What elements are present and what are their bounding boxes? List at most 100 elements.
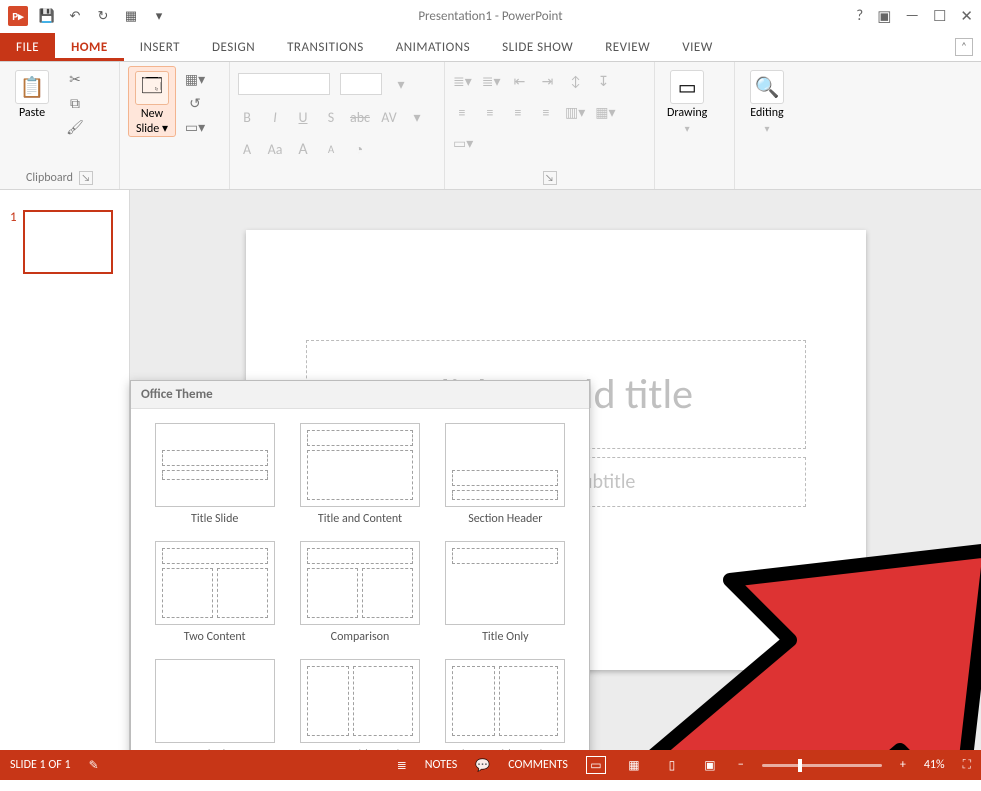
tab-animations[interactable]: ANIMATIONS xyxy=(380,33,486,61)
layout-label: Title Only xyxy=(482,631,529,645)
layout-icon[interactable]: ▦▾ xyxy=(184,70,206,88)
line-spacing-icon[interactable]: ↕ xyxy=(567,73,585,90)
layout-label: Title and Content xyxy=(318,513,402,527)
comments-button[interactable]: COMMENTS xyxy=(508,758,568,772)
collapse-ribbon-icon[interactable]: ˄ xyxy=(955,38,973,56)
indent-dec-icon[interactable]: ⇤ xyxy=(511,73,529,90)
slideshow-view-icon[interactable]: ▣ xyxy=(700,756,720,774)
layout-blank[interactable]: Blank xyxy=(149,659,280,750)
layout-label: Comparison xyxy=(331,631,390,645)
layout-picture-with-caption[interactable]: Picture with Caption xyxy=(440,659,571,750)
grow-font-button[interactable]: A xyxy=(294,140,312,159)
text-direction-icon[interactable]: ↧ xyxy=(595,73,613,90)
layout-dropdown-header: Office Theme xyxy=(131,381,589,409)
tab-home[interactable]: HOME xyxy=(55,33,124,61)
kerning-dd-icon[interactable]: ▾ xyxy=(392,76,410,93)
notes-button[interactable]: NOTES xyxy=(425,758,457,772)
columns-icon[interactable]: ▥▾ xyxy=(565,104,585,121)
layout-title-and-content[interactable]: Title and Content xyxy=(294,423,425,527)
align-right-icon[interactable]: ≡ xyxy=(509,104,527,121)
shadow-button[interactable]: S xyxy=(322,109,340,126)
ribbon-display-icon[interactable]: ▣ xyxy=(877,7,891,26)
zoom-slider[interactable] xyxy=(762,764,882,767)
align-center-icon[interactable]: ≡ xyxy=(481,104,499,121)
tab-transitions[interactable]: TRANSITIONS xyxy=(271,33,380,61)
layout-content-with-caption[interactable]: Content with Caption xyxy=(294,659,425,750)
group-slides: 🗔 New Slide ▾ ▦▾ ↺ ▭▾ Slides xyxy=(120,62,230,189)
tab-slideshow[interactable]: SLIDE SHOW xyxy=(486,33,589,61)
status-bar: SLIDE 1 OF 1 ✎ ≣ NOTES 💬 COMMENTS ▭ ▦ ▯ … xyxy=(0,750,981,780)
zoom-in-button[interactable]: + xyxy=(900,758,906,772)
minimize-icon[interactable]: — xyxy=(905,7,919,25)
font-size-input[interactable] xyxy=(340,73,382,95)
clear-formatting-button[interactable]: ◔ xyxy=(350,141,368,158)
new-slide-label: New Slide ▾ xyxy=(136,107,168,136)
indent-inc-icon[interactable]: ⇥ xyxy=(539,73,557,90)
section-icon[interactable]: ▭▾ xyxy=(184,118,206,136)
layout-label: Title Slide xyxy=(191,513,238,527)
paste-label: Paste xyxy=(19,106,45,120)
font-more-dd-icon[interactable]: ▾ xyxy=(408,109,426,126)
maximize-icon[interactable]: ☐ xyxy=(933,7,946,26)
drawing-button[interactable]: ▭ Drawing ▾ xyxy=(663,66,711,135)
shrink-font-button[interactable]: A xyxy=(322,143,340,156)
zoom-level[interactable]: 41% xyxy=(924,758,945,772)
reading-view-icon[interactable]: ▯ xyxy=(662,756,682,774)
smartart-icon[interactable]: ▭▾ xyxy=(453,135,473,152)
slide-thumbnail-pane: 1 xyxy=(0,190,130,750)
zoom-out-button[interactable]: − xyxy=(738,758,744,772)
new-slide-layout-dropdown: Office Theme Title Slide Title and Conte… xyxy=(130,380,590,750)
layout-label: Blank xyxy=(201,749,228,750)
layout-title-only[interactable]: Title Only xyxy=(440,541,571,645)
char-spacing-button[interactable]: AV xyxy=(380,109,398,126)
spellcheck-icon[interactable]: ✎ xyxy=(89,758,99,773)
copy-icon[interactable]: ⧉ xyxy=(64,94,86,112)
slide-counter: SLIDE 1 OF 1 xyxy=(10,758,71,772)
reset-icon[interactable]: ↺ xyxy=(184,94,206,112)
bullets-icon[interactable]: ≣▾ xyxy=(453,73,472,90)
fit-to-window-icon[interactable]: ⛶ xyxy=(963,758,971,772)
group-editing: 🔍 Editing ▾ xyxy=(735,62,815,189)
justify-icon[interactable]: ≡ xyxy=(537,104,555,121)
layout-two-content[interactable]: Two Content xyxy=(149,541,280,645)
font-color-button[interactable]: A xyxy=(238,141,256,158)
group-paragraph: ≣▾ ≣▾ ⇤ ⇥ ↕ ↧ ≡ ≡ ≡ ≡ ▥▾ ▦▾ ▭▾ ↘ xyxy=(445,62,655,189)
editing-button[interactable]: 🔍 Editing ▾ xyxy=(743,66,791,135)
format-painter-icon[interactable]: 🖌 xyxy=(64,118,86,136)
sorter-view-icon[interactable]: ▦ xyxy=(624,756,644,774)
tab-review[interactable]: REVIEW xyxy=(589,33,666,61)
strike-button[interactable]: abc xyxy=(350,109,370,126)
help-icon[interactable]: ? xyxy=(856,7,863,25)
tab-view[interactable]: VIEW xyxy=(666,33,729,61)
clipboard-launcher-icon[interactable]: ↘ xyxy=(79,171,93,185)
tab-design[interactable]: DESIGN xyxy=(196,33,271,61)
paste-icon: 📋 xyxy=(15,70,49,104)
change-case-button[interactable]: Aa xyxy=(266,141,284,158)
slide-thumbnail[interactable] xyxy=(23,210,113,274)
close-icon[interactable]: ✕ xyxy=(960,7,973,26)
align-text-icon[interactable]: ▦▾ xyxy=(595,104,615,121)
layout-title-slide[interactable]: Title Slide xyxy=(149,423,280,527)
notes-icon[interactable]: ≣ xyxy=(397,758,407,773)
drawing-icon: ▭ xyxy=(670,70,704,104)
window-title: Presentation1 - PowerPoint xyxy=(0,9,981,24)
layout-comparison[interactable]: Comparison xyxy=(294,541,425,645)
comments-icon[interactable]: 💬 xyxy=(475,758,490,773)
cut-icon[interactable]: ✂ xyxy=(64,70,86,88)
new-slide-button[interactable]: 🗔 New Slide ▾ xyxy=(128,66,176,137)
group-drawing: ▭ Drawing ▾ xyxy=(655,62,735,189)
workspace: 1 Click to add title Click to add subtit… xyxy=(0,190,981,750)
tab-file[interactable]: FILE xyxy=(0,33,55,61)
paragraph-launcher-icon[interactable]: ↘ xyxy=(543,171,557,185)
ribbon-tabs: FILE HOME INSERT DESIGN TRANSITIONS ANIM… xyxy=(0,32,981,62)
numbering-icon[interactable]: ≣▾ xyxy=(482,73,501,90)
align-left-icon[interactable]: ≡ xyxy=(453,104,471,121)
paste-button[interactable]: 📋 Paste xyxy=(8,66,56,120)
bold-button[interactable]: B xyxy=(238,109,256,126)
normal-view-icon[interactable]: ▭ xyxy=(586,756,606,774)
underline-button[interactable]: U xyxy=(294,109,312,126)
font-name-input[interactable] xyxy=(238,73,330,95)
tab-insert[interactable]: INSERT xyxy=(124,33,196,61)
italic-button[interactable]: I xyxy=(266,109,284,126)
layout-section-header[interactable]: Section Header xyxy=(440,423,571,527)
